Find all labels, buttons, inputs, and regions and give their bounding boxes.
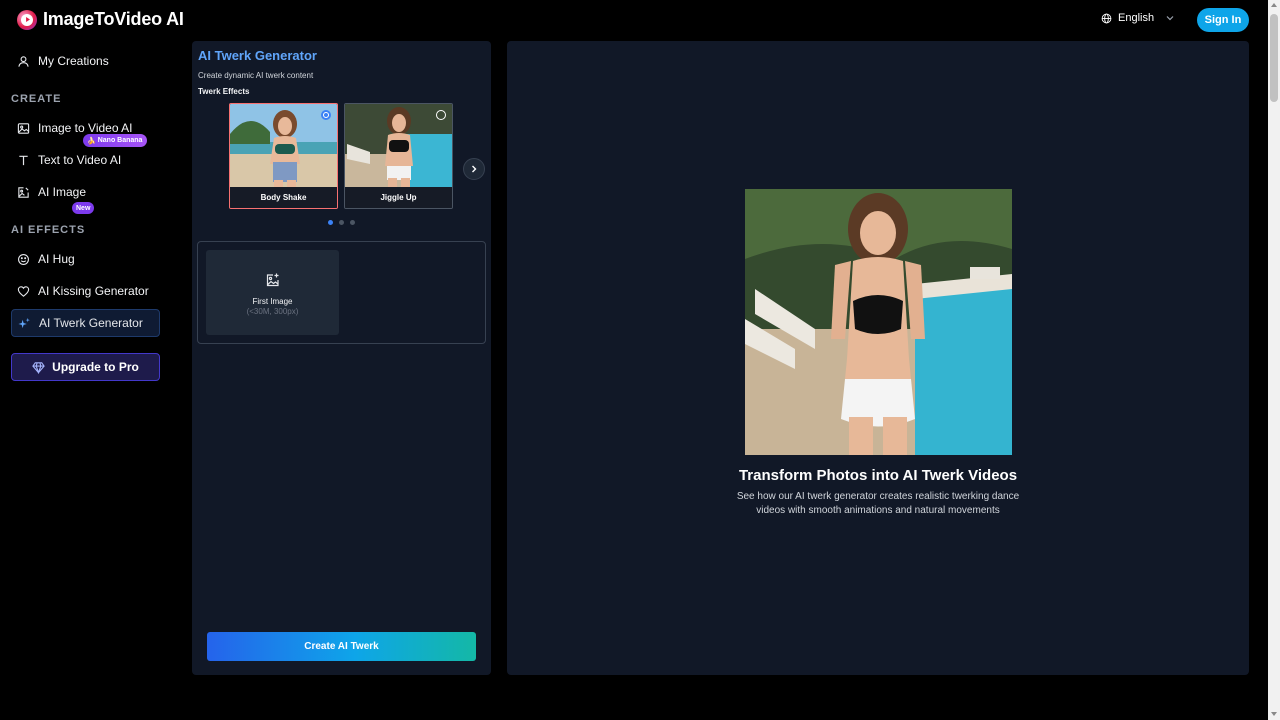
sidebar-item-label: Text to Video AI	[38, 153, 122, 167]
effect-radio-selected[interactable]	[321, 110, 331, 120]
sidebar-item-label: AI Hug	[38, 252, 75, 266]
tool-title: AI Twerk Generator	[198, 48, 317, 63]
effect-card-jiggle-up[interactable]: Jiggle Up	[344, 103, 453, 209]
sidebar-item-label: AI Image	[38, 185, 87, 199]
scroll-down-icon[interactable]	[1271, 712, 1277, 716]
sidebar-item-label: Image to Video AI	[38, 121, 133, 135]
sign-in-button[interactable]: Sign In	[1197, 8, 1249, 32]
globe-icon	[1101, 13, 1112, 23]
preview-description: See how our AI twerk generator creates r…	[736, 491, 1020, 516]
effect-card-body-shake[interactable]: Body Shake	[229, 103, 338, 209]
text-icon	[19, 155, 28, 165]
scroll-thumb[interactable]	[1270, 14, 1278, 102]
upgrade-label: Upgrade to Pro	[52, 360, 139, 374]
nano-banana-badge: 🍌 Nano Banana	[83, 134, 148, 147]
preview-image	[745, 189, 1012, 455]
carousel-dot[interactable]	[339, 220, 344, 225]
scroll-up-icon[interactable]	[1271, 3, 1277, 7]
effects-label: Twerk Effects	[198, 87, 250, 96]
create-ai-twerk-button[interactable]: Create AI Twerk	[207, 632, 476, 661]
upgrade-to-pro-button[interactable]: Upgrade to Pro	[11, 353, 160, 381]
first-image-upload[interactable]: First Image (<30M, 300px)	[206, 250, 339, 335]
upload-area: First Image (<30M, 300px)	[197, 241, 486, 344]
sidebar-item-my-creations[interactable]: My Creations	[11, 47, 160, 75]
sidebar-item-ai-twerk[interactable]: AI Twerk Generator	[11, 309, 160, 337]
sidebar-item-ai-kissing[interactable]: AI Kissing Generator	[11, 277, 160, 305]
page-scrollbar[interactable]	[1268, 0, 1280, 720]
diamond-icon	[32, 361, 45, 374]
carousel-dot[interactable]	[328, 220, 333, 225]
new-badge: New	[72, 202, 95, 214]
upload-label: First Image	[252, 297, 293, 306]
preview-title: Transform Photos into AI Twerk Videos	[738, 467, 1018, 484]
effect-thumbnail	[345, 104, 452, 188]
heart-icon	[17, 285, 30, 297]
carousel-dots	[328, 220, 355, 225]
sparkles-icon	[18, 317, 30, 328]
chevron-right-icon	[472, 165, 477, 173]
smile-icon	[18, 253, 29, 265]
sidebar-item-label: AI Twerk Generator	[39, 316, 143, 330]
effect-thumbnail	[230, 104, 337, 188]
carousel-next-button[interactable]	[463, 158, 485, 180]
image-edit-icon	[18, 186, 29, 198]
language-selector[interactable]: English	[1101, 12, 1176, 24]
logo-icon	[17, 9, 37, 30]
language-label: English	[1118, 12, 1155, 24]
image-icon	[17, 122, 30, 134]
tool-subtitle: Create dynamic AI twerk content	[198, 71, 314, 80]
effect-radio-unselected[interactable]	[436, 110, 446, 120]
preview-panel: Transform Photos into AI Twerk Videos Se…	[507, 41, 1249, 675]
effect-name: Body Shake	[230, 187, 337, 208]
sidebar-item-text-to-video[interactable]: Text to Video AI	[11, 146, 160, 174]
user-icon	[18, 55, 29, 67]
create-section-label: CREATE	[11, 93, 62, 105]
sidebar-item-label: AI Kissing Generator	[38, 284, 149, 298]
carousel-dot[interactable]	[350, 220, 355, 225]
upload-hint: (<30M, 300px)	[246, 307, 299, 316]
top-header: ImageToVideo AI English Sign In	[0, 0, 1268, 40]
logo[interactable]: ImageToVideo AI	[17, 9, 184, 30]
sidebar-item-label: My Creations	[38, 54, 109, 68]
ai-effects-section-label: AI EFFECTS	[11, 224, 86, 236]
add-image-icon	[266, 273, 279, 287]
sidebar-item-ai-hug[interactable]: AI Hug	[11, 245, 160, 273]
banana-icon: 🍌	[87, 137, 96, 145]
tool-panel: AI Twerk Generator Create dynamic AI twe…	[192, 41, 491, 675]
logo-text: ImageToVideo AI	[43, 9, 184, 29]
chevron-down-icon	[1166, 16, 1174, 21]
effect-name: Jiggle Up	[345, 187, 452, 208]
